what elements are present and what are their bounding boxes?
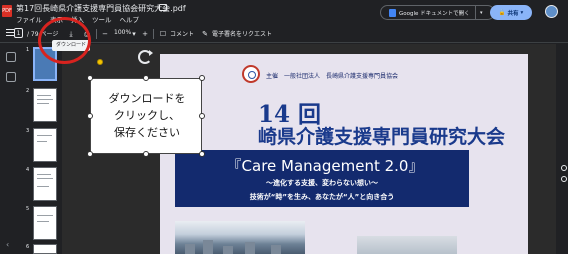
signature-icon[interactable]: ✎	[200, 29, 210, 39]
thumb-number: 2	[26, 88, 30, 94]
right-rail	[560, 44, 568, 254]
thumb-number: 5	[26, 206, 30, 212]
thumb-number: 4	[26, 167, 30, 173]
pdf-page: 主催 一般社団法人 長崎県介護支援専門員協会 14 回 崎県介護支援専門員研究大…	[160, 54, 528, 254]
page-thumbnail-2[interactable]	[33, 88, 57, 122]
page-thumbnail-6[interactable]	[33, 244, 57, 254]
rail-icon[interactable]	[561, 165, 567, 171]
share-label: 共有	[507, 10, 519, 17]
callout-text: ダウンロードを クリックし、 保存ください	[91, 90, 203, 141]
theme-tagline: 技術が“時”を生み、あなたが“人”と向き合う	[249, 193, 395, 201]
resize-handle[interactable]	[199, 113, 205, 119]
folder-icon[interactable]	[159, 4, 167, 11]
page-thumbnail-5[interactable]	[33, 206, 57, 240]
open-with-google-docs-button[interactable]: Google ドキュメントで開く	[380, 5, 495, 20]
callout-pointer-handle[interactable]	[97, 59, 103, 65]
comment-button[interactable]: コメント	[170, 29, 194, 38]
pdf-file-icon: PDF	[2, 5, 12, 17]
menu-file[interactable]: ファイル	[16, 14, 42, 24]
title-bar: PDF 第17回長崎県介護支援専門員協会研究大会.pdf ファイル 表示 挿入 …	[0, 0, 568, 24]
sidebar-menu-icon[interactable]	[6, 29, 14, 37]
pdf-viewer-window: PDF 第17回長崎県介護支援専門員協会研究大会.pdf ファイル 表示 挿入 …	[0, 0, 568, 254]
callout-line: ダウンロードを	[108, 92, 186, 105]
city-photo	[175, 221, 305, 254]
resize-handle[interactable]	[143, 75, 149, 81]
avatar[interactable]	[545, 5, 558, 18]
lock-icon: 🔒	[498, 9, 506, 16]
association-logo	[242, 65, 260, 83]
conference-title: 崎県介護支援専門員研究大会	[258, 126, 506, 148]
toolbar-divider	[153, 29, 154, 39]
resize-handle[interactable]	[199, 75, 205, 81]
thumb-number: 3	[26, 128, 30, 134]
button-divider	[475, 5, 476, 20]
thumbnails-icon[interactable]	[6, 52, 16, 62]
resize-handle[interactable]	[87, 151, 93, 157]
theme-banner: 『Care Management 2.0』 〜進化する支援、変わらない想い〜 技…	[175, 150, 469, 207]
share-dropdown-icon: ▾	[520, 9, 524, 16]
page-number-input[interactable]: 1	[14, 28, 23, 38]
theme-subtitle: 〜進化する支援、変わらない想い〜	[266, 179, 378, 187]
left-rail: ‹	[0, 44, 26, 254]
rail-icon[interactable]	[561, 176, 567, 182]
page-thumbnail-4[interactable]	[33, 167, 57, 201]
callout-line: 保存ください	[114, 126, 180, 139]
resize-handle[interactable]	[143, 151, 149, 157]
resize-handle[interactable]	[87, 113, 93, 119]
zoom-out-button[interactable]: −	[100, 29, 110, 39]
comment-icon[interactable]: ☐	[158, 29, 168, 39]
zoom-in-button[interactable]: +	[140, 29, 150, 39]
request-signature-button[interactable]: 電子署名をリクエスト	[212, 29, 272, 38]
outline-icon[interactable]	[6, 72, 16, 82]
collapse-sidebar-icon[interactable]: ‹	[6, 240, 9, 249]
theme-title: 『Care Management 2.0』	[226, 157, 424, 175]
highlight-circle	[38, 17, 91, 64]
organizer-line: 主催 一般社団法人 長崎県介護支援専門員協会	[266, 73, 399, 80]
landscape-photo	[357, 236, 457, 254]
open-with-dropdown-icon[interactable]: ▾	[480, 10, 483, 16]
menu-tools[interactable]: ツール	[92, 14, 112, 24]
thumbnail-panel: 1 2 3 4 5 6	[26, 44, 62, 254]
rotate-icon[interactable]	[138, 50, 153, 64]
thumb-number: 1	[26, 47, 30, 53]
download-instruction-callout[interactable]: ダウンロードを クリックし、 保存ください	[90, 78, 202, 154]
share-button[interactable]: 🔒 共有 ▾	[490, 5, 532, 20]
resize-handle[interactable]	[199, 151, 205, 157]
resize-handle[interactable]	[87, 75, 93, 81]
callout-line: クリックし、	[114, 109, 180, 122]
open-with-label: Google ドキュメントで開く	[399, 10, 470, 17]
google-docs-icon	[389, 8, 396, 17]
page-thumbnail-3[interactable]	[33, 128, 57, 162]
menu-help[interactable]: ヘルプ	[120, 14, 140, 24]
thumb-number: 6	[26, 244, 30, 250]
toolbar-divider	[96, 29, 97, 39]
zoom-dropdown-icon[interactable]: ▾	[129, 29, 139, 39]
